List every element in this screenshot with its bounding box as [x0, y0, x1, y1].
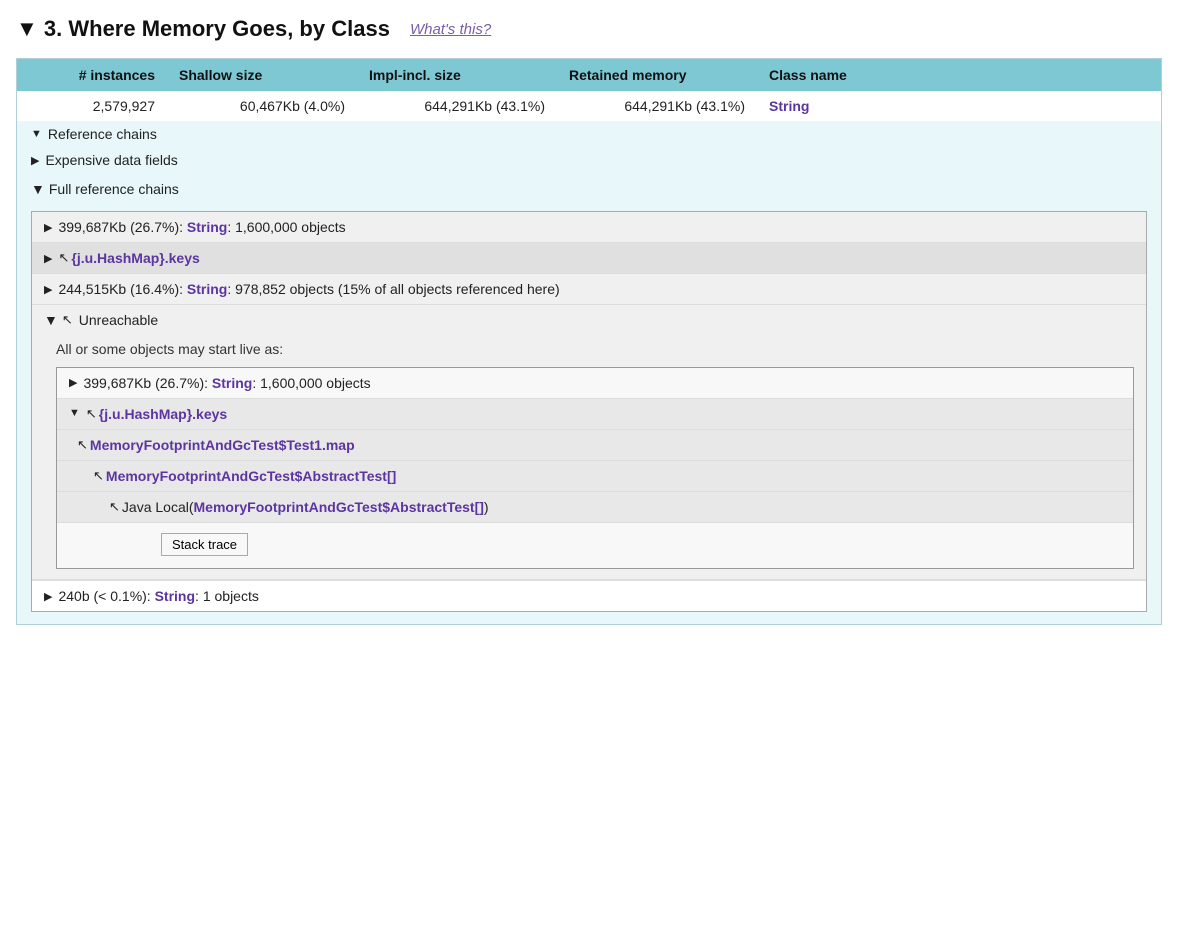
chain3-text-plain: 244,515Kb (16.4%):: [58, 281, 186, 297]
inner-row-4[interactable]: ↖ MemoryFootprintAndGcTest$AbstractTest[…: [57, 461, 1133, 492]
inner-row-2[interactable]: ▼ ↖ {j.u.HashMap}.keys: [57, 399, 1133, 430]
col-retained: Retained memory: [557, 59, 757, 91]
cell-retained: 644,291Kb (43.1%): [557, 91, 757, 121]
chain1-text-plain: 399,687Kb (26.7%):: [58, 219, 186, 235]
objects-may-start: All or some objects may start live as:: [32, 335, 1146, 367]
col-instances: # instances: [17, 59, 167, 91]
chains-box: ▶ 399,687Kb (26.7%): String: 1,600,000 o…: [31, 211, 1147, 612]
expensive-data-row[interactable]: ▶ Expensive data fields: [17, 147, 1161, 173]
inner1-plain: 399,687Kb (26.7%):: [83, 375, 211, 391]
section-header: ▼ 3. Where Memory Goes, by Class What's …: [16, 16, 1162, 42]
whats-this-link[interactable]: What's this?: [410, 21, 491, 38]
expensive-data-arrow: ▶: [31, 154, 39, 167]
cell-shallow: 60,467Kb (4.0%): [167, 91, 357, 121]
inner3-link[interactable]: MemoryFootprintAndGcTest$Test1.map: [90, 437, 355, 453]
inner2-arrow: ▼: [69, 407, 80, 419]
table-header-row: # instances Shallow size Impl-incl. size…: [17, 59, 1161, 91]
inner1-text: 399,687Kb (26.7%): String: 1,600,000 obj…: [83, 375, 370, 391]
unreachable-text: Unreachable: [79, 312, 158, 328]
inner-row-5[interactable]: ↖ Java Local(MemoryFootprintAndGcTest$Ab…: [57, 492, 1133, 523]
table-row: 2,579,927 60,467Kb (4.0%) 644,291Kb (43.…: [17, 91, 1161, 121]
inner5-rest: ): [484, 499, 489, 515]
inner2-backslash: ↖: [86, 406, 97, 422]
chain3-text-rest: : 978,852 objects (15% of all objects re…: [227, 281, 559, 297]
col-classname: Class name: [757, 59, 1161, 91]
col-shallow: Shallow size: [167, 59, 357, 91]
last-chain-rest: : 1 objects: [195, 588, 259, 604]
chain-row-3[interactable]: ▶ 244,515Kb (16.4%): String: 978,852 obj…: [32, 274, 1146, 305]
collapse-arrow[interactable]: ▼: [16, 16, 38, 41]
last-chain-arrow: ▶: [44, 590, 52, 603]
chain2-link[interactable]: {j.u.HashMap}.keys: [71, 250, 199, 266]
inner4-link[interactable]: MemoryFootprintAndGcTest$AbstractTest[]: [106, 468, 396, 484]
cell-instances: 2,579,927: [17, 91, 167, 121]
unreachable-label[interactable]: ▼ ↖ Unreachable: [32, 305, 1146, 335]
last-chain-text: 240b (< 0.1%): String: 1 objects: [58, 588, 258, 604]
full-ref-text: Full reference chains: [49, 181, 179, 197]
chain1-link[interactable]: String: [187, 219, 227, 235]
inner1-link[interactable]: String: [212, 375, 252, 391]
col-impl: Impl-incl. size: [357, 59, 557, 91]
unreachable-section: ▼ ↖ Unreachable All or some objects may …: [32, 305, 1146, 580]
chain1-arrow: ▶: [44, 221, 52, 234]
inner-row-3[interactable]: ↖ MemoryFootprintAndGcTest$Test1.map: [57, 430, 1133, 461]
last-chain-link[interactable]: String: [155, 588, 195, 604]
memory-table: # instances Shallow size Impl-incl. size…: [17, 59, 1161, 121]
chain-row-2[interactable]: ▶ ↖ {j.u.HashMap}.keys: [32, 243, 1146, 274]
inner5-text: Java Local(MemoryFootprintAndGcTest$Abst…: [122, 499, 489, 515]
full-ref-label[interactable]: ▼ Full reference chains: [31, 181, 1147, 197]
inner-box: ▶ 399,687Kb (26.7%): String: 1,600,000 o…: [56, 367, 1134, 569]
stack-trace-button[interactable]: Stack trace: [161, 533, 248, 556]
inner-row-1[interactable]: ▶ 399,687Kb (26.7%): String: 1,600,000 o…: [57, 368, 1133, 399]
chain3-text: 244,515Kb (16.4%): String: 978,852 objec…: [58, 281, 559, 297]
chain1-text-rest: : 1,600,000 objects: [227, 219, 345, 235]
inner5-plain: Java Local(: [122, 499, 194, 515]
chain-row-1[interactable]: ▶ 399,687Kb (26.7%): String: 1,600,000 o…: [32, 212, 1146, 243]
reference-chains-row[interactable]: ▼ Reference chains: [17, 121, 1161, 147]
stack-trace-container: Stack trace: [57, 523, 1133, 568]
cell-classname: String: [757, 91, 1161, 121]
last-chain-plain: 240b (< 0.1%):: [58, 588, 154, 604]
inner5-link[interactable]: MemoryFootprintAndGcTest$AbstractTest[]: [194, 499, 484, 515]
full-ref-section: ▼ Full reference chains: [17, 173, 1161, 197]
unreachable-backslash: ↖: [62, 312, 73, 328]
chain3-link[interactable]: String: [187, 281, 227, 297]
inner5-backslash: ↖: [109, 499, 120, 515]
classname-link[interactable]: String: [769, 98, 809, 114]
full-ref-arrow: ▼: [31, 181, 45, 197]
cell-impl: 644,291Kb (43.1%): [357, 91, 557, 121]
chain2-arrow: ▶: [44, 252, 52, 265]
chain2-backslash: ↖: [58, 250, 69, 266]
last-chain-row[interactable]: ▶ 240b (< 0.1%): String: 1 objects: [32, 580, 1146, 611]
inner3-backslash: ↖: [77, 437, 88, 453]
inner2-link[interactable]: {j.u.HashMap}.keys: [99, 406, 227, 422]
ref-chains-label: Reference chains: [48, 126, 157, 142]
inner1-arrow: ▶: [69, 376, 77, 389]
section-title: ▼ 3. Where Memory Goes, by Class: [16, 16, 390, 42]
unreachable-arrow: ▼: [44, 312, 58, 328]
main-content-container: # instances Shallow size Impl-incl. size…: [16, 58, 1162, 625]
expensive-data-label: Expensive data fields: [45, 152, 177, 168]
ref-chains-arrow: ▼: [31, 128, 42, 140]
section-title-text: 3. Where Memory Goes, by Class: [44, 16, 390, 41]
inner4-backslash: ↖: [93, 468, 104, 484]
inner1-rest: : 1,600,000 objects: [252, 375, 370, 391]
chain1-text: 399,687Kb (26.7%): String: 1,600,000 obj…: [58, 219, 345, 235]
chain3-arrow: ▶: [44, 283, 52, 296]
